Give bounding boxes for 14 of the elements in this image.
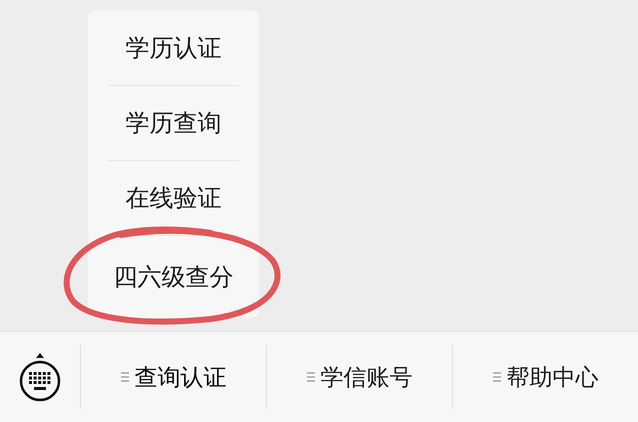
tab-label: 学信账号 [320,364,412,393]
menu-item[interactable]: 四六级查分 [88,235,259,318]
menu-icon [306,372,314,382]
keyboard-icon[interactable] [18,352,62,402]
tab-label: 查询认证 [134,364,226,393]
menu-item[interactable]: 在线验证 [88,160,259,235]
menu-tab[interactable]: 帮助中心 [452,345,638,410]
tab-label: 帮助中心 [506,364,598,393]
menu-item[interactable]: 学历认证 [88,10,259,85]
menu-icon [492,372,500,382]
menu-tab[interactable]: 学信账号 [266,345,452,410]
menu-icon [120,372,128,382]
menu-tab[interactable]: 查询认证 [80,345,266,410]
menu-item[interactable]: 学历查询 [88,85,259,160]
